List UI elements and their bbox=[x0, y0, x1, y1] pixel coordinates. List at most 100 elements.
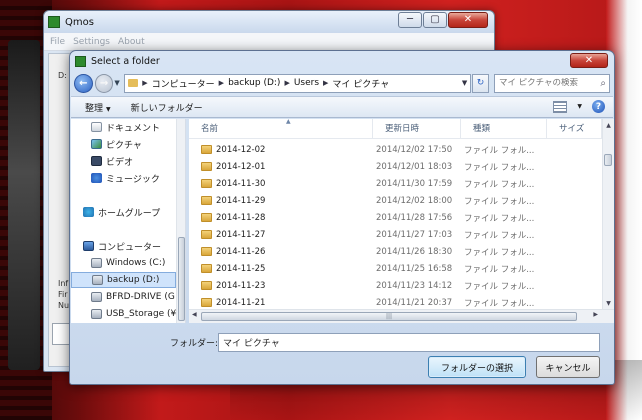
file-type: ファイル フォル... bbox=[464, 247, 535, 258]
file-type: ファイル フォル... bbox=[464, 162, 535, 173]
list-item[interactable]: 2014-11-27 2014/11/27 17:03 ファイル フォル... bbox=[189, 226, 551, 243]
nav-item-label: BFRD-DRIVE (G bbox=[106, 292, 175, 302]
list-item[interactable]: 2014-11-30 2014/11/30 17:59 ファイル フォル... bbox=[189, 175, 551, 192]
video-icon bbox=[91, 156, 102, 166]
column-header-modified[interactable]: 更新日時 bbox=[373, 119, 461, 139]
help-icon[interactable]: ? bbox=[592, 100, 605, 113]
select-folder-button[interactable]: フォルダーの選択 bbox=[428, 356, 526, 378]
scroll-right-icon[interactable]: ▶ bbox=[593, 311, 598, 318]
nav-item[interactable]: ピクチャ bbox=[71, 136, 176, 152]
breadcrumb-computer[interactable]: コンピューター bbox=[152, 77, 215, 90]
nav-pane-scroll-thumb[interactable] bbox=[178, 237, 185, 321]
chevron-right-icon[interactable]: ▶ bbox=[142, 79, 147, 87]
modified-date: 2014/12/02 17:50 bbox=[376, 144, 453, 155]
folder-row: フォルダー: bbox=[70, 332, 616, 354]
list-item[interactable]: 2014-11-25 2014/11/25 16:58 ファイル フォル... bbox=[189, 260, 551, 277]
breadcrumb-my-pictures[interactable]: マイ ピクチャ bbox=[332, 77, 389, 90]
breadcrumb-backup-drive[interactable]: backup (D:) bbox=[228, 78, 280, 88]
list-item[interactable]: 2014-11-26 2014/11/26 18:30 ファイル フォル... bbox=[189, 243, 551, 260]
file-name: 2014-11-25 bbox=[216, 263, 266, 274]
qmos-info-label: Inf bbox=[58, 279, 69, 288]
drive-icon bbox=[91, 292, 102, 302]
history-dropdown-icon[interactable]: ▼ bbox=[114, 79, 122, 87]
folder-icon bbox=[128, 79, 139, 87]
close-button[interactable]: ✕ bbox=[448, 12, 488, 28]
list-item[interactable]: 2014-11-28 2014/11/28 17:56 ファイル フォル... bbox=[189, 209, 551, 226]
file-name: 2014-11-27 bbox=[216, 229, 266, 240]
dialog-titlebar[interactable]: Select a folder bbox=[70, 51, 614, 71]
list-item[interactable]: 2014-12-02 2014/12/02 17:50 ファイル フォル... bbox=[189, 141, 551, 158]
nav-item[interactable]: BFRD-DRIVE (G bbox=[71, 289, 176, 305]
folder-icon bbox=[201, 162, 212, 171]
folder-icon bbox=[201, 230, 212, 239]
address-bar[interactable]: ▶ コンピューター ▶ backup (D:) ▶ Users ▶ マイ ピクチ… bbox=[124, 73, 472, 93]
nav-item[interactable]: ホームグループ bbox=[71, 204, 176, 220]
file-type: ファイル フォル... bbox=[464, 145, 535, 156]
column-header-name[interactable]: 名前 bbox=[189, 119, 373, 139]
scroll-left-icon[interactable]: ◀ bbox=[192, 311, 197, 318]
folder-name-input[interactable] bbox=[218, 333, 600, 352]
nav-item[interactable]: USB_Storage (¥ bbox=[71, 306, 176, 322]
file-type: ファイル フォル... bbox=[464, 230, 535, 241]
refresh-button[interactable]: ↻ bbox=[472, 73, 489, 93]
file-list-horizontal-scrollbar[interactable]: ◀ ||| ▶ bbox=[189, 309, 614, 323]
scroll-up-icon[interactable]: ▲ bbox=[603, 119, 614, 131]
file-list-scroll-thumb[interactable] bbox=[604, 154, 612, 166]
chevron-down-icon[interactable]: ▼ bbox=[577, 103, 582, 110]
chevron-right-icon[interactable]: ▶ bbox=[323, 79, 328, 87]
search-input[interactable] bbox=[498, 78, 591, 88]
list-item[interactable]: 2014-12-01 2014/12/01 18:03 ファイル フォル... bbox=[189, 158, 551, 175]
nav-pane-scrollbar[interactable] bbox=[176, 119, 185, 323]
navigation-bar: ← → ▼ ▶ コンピューター ▶ backup (D:) ▶ Users ▶ … bbox=[74, 72, 610, 94]
search-icon[interactable]: ⌕ bbox=[600, 78, 609, 89]
scroll-down-icon[interactable]: ▼ bbox=[603, 297, 614, 309]
qmos-titlebar[interactable]: Qmos ─ ▢ ✕ bbox=[44, 11, 494, 33]
chevron-right-icon[interactable]: ▶ bbox=[284, 79, 289, 87]
list-item[interactable]: 2014-11-29 2014/12/02 18:00 ファイル フォル... bbox=[189, 192, 551, 209]
minimize-button[interactable]: ─ bbox=[398, 12, 422, 28]
nav-item[interactable]: コンピューター bbox=[71, 238, 176, 254]
pc-case-panel bbox=[8, 40, 40, 370]
new-folder-button[interactable]: 新しいフォルダー bbox=[131, 101, 203, 114]
file-list-hscroll-thumb[interactable]: ||| bbox=[201, 312, 577, 321]
breadcrumb-users[interactable]: Users bbox=[294, 78, 319, 88]
nav-item[interactable]: ミュージック bbox=[71, 170, 176, 186]
file-list-vertical-scrollbar[interactable]: ▲ ▼ bbox=[602, 119, 614, 309]
modified-date: 2014/11/23 14:12 bbox=[376, 280, 453, 291]
nav-item[interactable]: Windows (C:) bbox=[71, 255, 176, 271]
modified-date: 2014/11/28 17:56 bbox=[376, 212, 453, 223]
cancel-button[interactable]: キャンセル bbox=[536, 356, 600, 378]
nav-item[interactable]: backup (D:) bbox=[71, 272, 176, 288]
column-headers: 名前 更新日時 種類 サイズ bbox=[189, 119, 614, 139]
back-button[interactable]: ← bbox=[74, 73, 93, 93]
nav-item[interactable]: ビデオ bbox=[71, 153, 176, 169]
nav-item-label: コンピューター bbox=[98, 242, 162, 253]
column-header-type[interactable]: 種類 bbox=[461, 119, 547, 139]
file-type: ファイル フォル... bbox=[464, 213, 535, 224]
column-header-size[interactable]: サイズ bbox=[547, 119, 602, 139]
modified-date: 2014/11/21 20:37 bbox=[376, 297, 453, 308]
search-box[interactable]: ⌕ bbox=[493, 73, 610, 93]
nav-item-label: ビデオ bbox=[106, 157, 134, 168]
chevron-down-icon[interactable]: ▼ bbox=[462, 79, 470, 87]
nav-item[interactable]: ドキュメント bbox=[71, 119, 176, 135]
menu-about[interactable]: About bbox=[118, 37, 145, 47]
menu-file[interactable]: File bbox=[50, 37, 65, 47]
modified-date: 2014/12/01 18:03 bbox=[376, 161, 453, 172]
file-name-cell: 2014-11-23 bbox=[189, 281, 373, 291]
list-item[interactable]: 2014-11-23 2014/11/23 14:12 ファイル フォル... bbox=[189, 277, 551, 294]
organize-button[interactable]: 整理 ▼ bbox=[85, 101, 111, 114]
forward-button[interactable]: → bbox=[94, 73, 114, 93]
qmos-app-icon bbox=[48, 16, 60, 28]
modified-date: 2014/11/25 16:58 bbox=[376, 263, 453, 274]
folder-icon bbox=[201, 281, 212, 290]
dialog-close-button[interactable]: ✕ bbox=[570, 53, 608, 68]
file-name: 2014-11-21 bbox=[216, 297, 266, 308]
file-type: ファイル フォル... bbox=[464, 179, 535, 190]
view-options-icon[interactable] bbox=[553, 100, 568, 113]
file-name-cell: 2014-11-26 bbox=[189, 247, 373, 257]
maximize-button[interactable]: ▢ bbox=[423, 12, 447, 28]
chevron-right-icon[interactable]: ▶ bbox=[219, 79, 224, 87]
menu-settings[interactable]: Settings bbox=[73, 37, 110, 47]
usb-drive-icon bbox=[91, 309, 102, 319]
